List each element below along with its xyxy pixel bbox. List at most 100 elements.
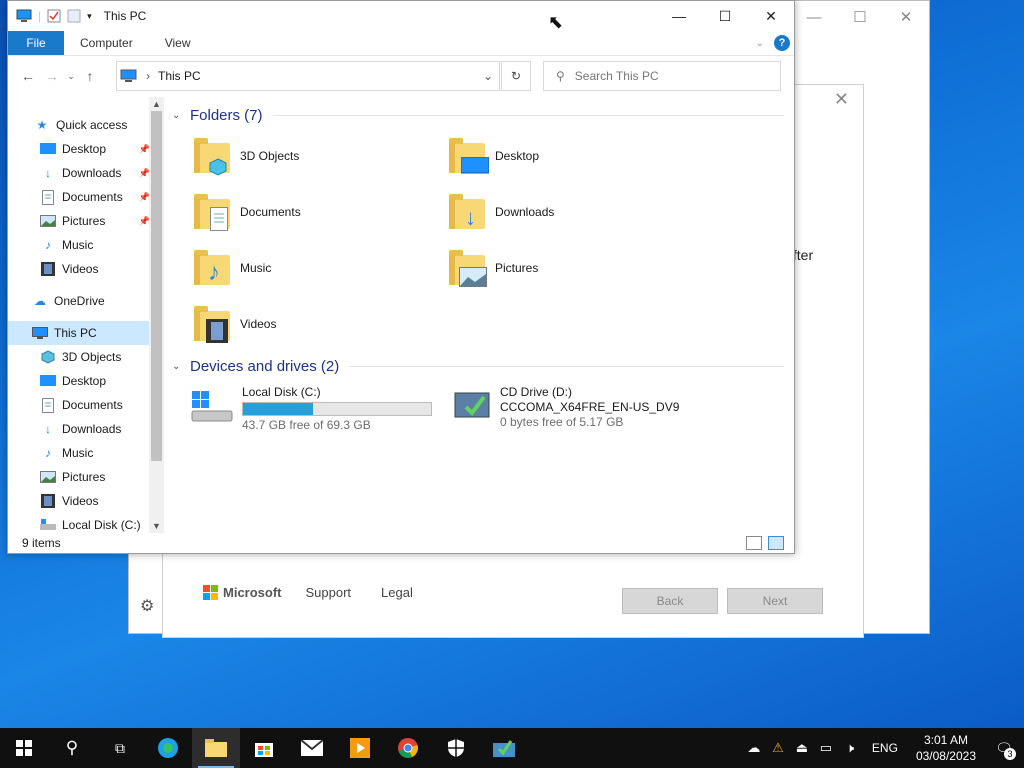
breadcrumb[interactable]: This PC <box>158 69 201 83</box>
chrome-button[interactable] <box>384 728 432 768</box>
security-alert-icon[interactable]: ⚠ <box>766 740 790 756</box>
folder-videos[interactable]: Videos <box>194 305 276 349</box>
dialog-close-button[interactable]: ✕ <box>834 89 849 110</box>
search-icon: ⚲ <box>65 738 79 757</box>
clock[interactable]: 3:01 AM 03/08/2023 <box>908 732 984 764</box>
nav-quick-videos[interactable]: Videos <box>8 257 164 281</box>
folder-3d-objects[interactable]: 3D Objects <box>194 137 299 181</box>
nav-quick-downloads[interactable]: ↓ Downloads 📌 <box>8 161 164 185</box>
media-player-button[interactable] <box>336 728 384 768</box>
devices-group-header[interactable]: ⌄ Devices and drives (2) <box>172 358 784 375</box>
back-button[interactable]: Back <box>622 588 718 614</box>
tab-file[interactable]: File <box>8 31 64 55</box>
drive-local-disk-c[interactable]: Local Disk (C:) 43.7 GB free of 69.3 GB <box>190 385 432 433</box>
maximize-button[interactable]: ☐ <box>702 1 748 31</box>
folder-pictures[interactable]: Pictures <box>449 249 538 293</box>
film-icon <box>40 261 56 277</box>
folder-desktop[interactable]: Desktop <box>449 137 539 181</box>
tab-view[interactable]: View <box>149 36 207 50</box>
nav-pc-videos[interactable]: Videos <box>8 489 164 513</box>
clock-date: 03/08/2023 <box>915 749 976 763</box>
nav-pc-desktop[interactable]: Desktop <box>8 369 164 393</box>
nav-onedrive[interactable]: ☁ OneDrive <box>8 289 164 313</box>
next-button[interactable]: Next <box>727 588 823 614</box>
nav-pc-local-disk[interactable]: Local Disk (C:) <box>8 513 164 533</box>
scrollbar-thumb[interactable] <box>151 111 162 461</box>
network-icon[interactable]: ▭ <box>814 740 838 756</box>
nav-pc-documents[interactable]: Documents <box>8 393 164 417</box>
nav-quick-music[interactable]: ♪ Music <box>8 233 164 257</box>
navigation-pane: ★ Quick access Desktop 📌 ↓ Downloads 📌 Doc… <box>8 97 164 533</box>
details-view-icon[interactable] <box>746 536 762 550</box>
file-explorer-taskbar-button[interactable] <box>192 728 240 768</box>
nav-scrollbar[interactable]: ▲ ▼ <box>149 97 164 533</box>
group-title: Folders (7) <box>190 107 263 124</box>
input-language[interactable]: ENG <box>862 741 908 755</box>
collapse-chevron-icon[interactable]: ⌄ <box>172 110 186 121</box>
folder-documents[interactable]: Documents <box>194 193 301 237</box>
mail-button[interactable] <box>288 728 336 768</box>
nav-quick-pictures[interactable]: Pictures 📌 <box>8 209 164 233</box>
recent-locations-chevron-icon[interactable]: ⌄ <box>64 71 78 82</box>
nav-pc-music[interactable]: ♪ Music <box>8 441 164 465</box>
nav-quick-documents[interactable]: Documents 📌 <box>8 185 164 209</box>
nav-this-pc[interactable]: This PC <box>8 321 164 345</box>
minimize-button[interactable]: — <box>656 1 702 31</box>
nav-label: Desktop <box>62 374 107 388</box>
setup-minimize-button[interactable]: — <box>791 1 837 33</box>
usb-device-icon[interactable]: ⏏ <box>790 740 814 756</box>
scroll-up-arrow-icon[interactable]: ▲ <box>149 99 164 109</box>
address-bar[interactable]: › This PC ⌄ <box>116 61 500 91</box>
scroll-down-arrow-icon[interactable]: ▼ <box>149 521 164 531</box>
drive-cd-d[interactable]: CD Drive (D:) CCCOMA_X64FRE_EN-US_DV9 0 … <box>454 385 679 430</box>
legal-link[interactable]: Legal <box>381 585 413 600</box>
setup-maximize-button[interactable]: ☐ <box>837 1 883 33</box>
customize-toolbar-chevron-icon[interactable]: ▾ <box>87 11 92 22</box>
back-arrow-icon[interactable]: ← <box>16 68 40 84</box>
search-taskbar-button[interactable]: ⚲ <box>48 728 96 768</box>
nav-pc-downloads[interactable]: ↓ Downloads <box>8 417 164 441</box>
search-input[interactable]: ⚲ Search This PC <box>543 61 781 91</box>
new-folder-icon[interactable] <box>67 9 81 23</box>
title-bar: | ▾ This PC — ☐ ✕ <box>8 1 794 31</box>
address-dropdown-chevron-icon[interactable]: ⌄ <box>483 69 493 83</box>
star-icon: ★ <box>36 118 48 132</box>
nav-label: Desktop <box>62 142 107 156</box>
notification-count-badge: 3 <box>1004 748 1016 760</box>
nav-pc-pictures[interactable]: Pictures <box>8 465 164 489</box>
tab-computer[interactable]: Computer <box>64 36 149 50</box>
refresh-button[interactable]: ↻ <box>501 61 531 91</box>
folder-music[interactable]: ♪ Music <box>194 249 271 293</box>
expand-ribbon-chevron-icon[interactable]: ⌄ <box>756 38 764 49</box>
accessibility-gear-icon[interactable]: ⚙ <box>140 596 154 616</box>
forward-arrow-icon[interactable]: → <box>40 68 64 84</box>
start-button[interactable] <box>0 728 48 768</box>
volume-muted-icon[interactable]: 🕨 <box>838 740 862 756</box>
task-view-button[interactable]: ⧉ <box>96 728 144 768</box>
weather-cloud-icon[interactable]: ☁ <box>742 740 766 756</box>
folder-downloads[interactable]: ↓ Downloads <box>449 193 554 237</box>
group-title: Devices and drives (2) <box>190 358 340 375</box>
setup-app-button[interactable] <box>480 728 528 768</box>
properties-icon[interactable] <box>47 9 61 23</box>
folders-group-header[interactable]: ⌄ Folders (7) <box>172 107 784 124</box>
edge-button[interactable] <box>144 728 192 768</box>
desktop-icon <box>40 373 56 389</box>
breadcrumb-separator-icon[interactable]: › <box>146 69 150 83</box>
store-button[interactable] <box>240 728 288 768</box>
address-computer-icon <box>120 69 137 82</box>
nav-quick-access[interactable]: ★ Quick access <box>8 113 164 137</box>
folder-icon <box>205 739 227 757</box>
support-link[interactable]: Support <box>306 585 352 600</box>
large-icons-view-icon[interactable] <box>768 536 784 550</box>
nav-pc-3d-objects[interactable]: 3D Objects <box>8 345 164 369</box>
action-center-button[interactable]: 🗨 3 <box>984 728 1024 768</box>
close-button[interactable]: ✕ <box>748 1 794 31</box>
up-arrow-icon[interactable]: ↑ <box>78 68 102 84</box>
help-icon[interactable]: ? <box>774 35 790 51</box>
security-button[interactable] <box>432 728 480 768</box>
nav-quick-desktop[interactable]: Desktop 📌 <box>8 137 164 161</box>
setup-close-button[interactable]: ✕ <box>883 1 929 33</box>
nav-label: Videos <box>62 494 99 508</box>
collapse-chevron-icon[interactable]: ⌄ <box>172 361 186 372</box>
